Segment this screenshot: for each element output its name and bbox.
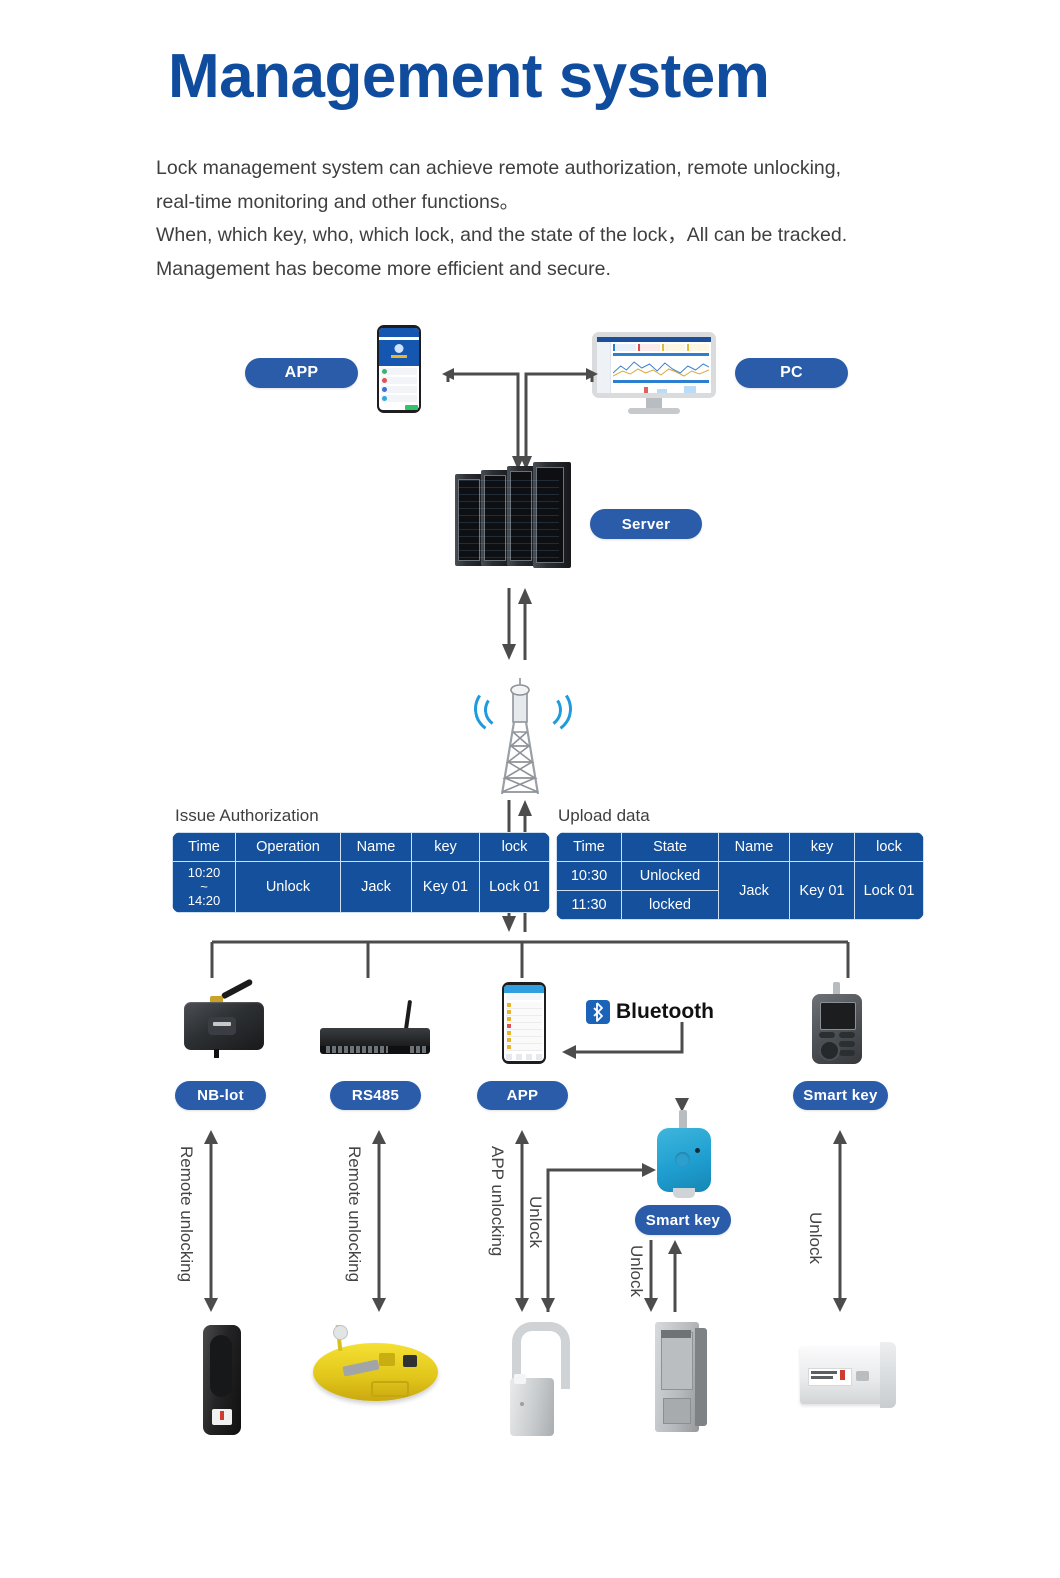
cell-state: Unlocked bbox=[621, 861, 719, 892]
col-name: Name bbox=[718, 832, 790, 863]
issue-authorization-table: Time Operation Name key lock 10:20 ~ 14:… bbox=[172, 832, 550, 914]
label-unlock-handheld: Unlock bbox=[806, 1212, 825, 1264]
cell-lock: Lock 01 bbox=[479, 861, 550, 914]
label-remote-unlocking-nblot: Remote unlocking bbox=[177, 1146, 196, 1283]
intro-line-2: real-time monitoring and other functions… bbox=[156, 190, 520, 213]
bluetooth-icon bbox=[586, 1000, 610, 1024]
cell-time: 10:20 ~ 14:20 bbox=[172, 861, 236, 914]
arrow-handheld-unlock bbox=[833, 1130, 847, 1312]
server-rack-icon bbox=[455, 462, 575, 574]
cell-key: Key 01 bbox=[411, 861, 480, 914]
bluetooth-text: Bluetooth bbox=[616, 1000, 714, 1023]
intro-line-3: When, which key, who, which lock, and th… bbox=[156, 224, 848, 246]
arrow-fob-to-lock bbox=[644, 1240, 682, 1312]
upload-table-caption: Upload data bbox=[558, 806, 650, 825]
handheld-smart-key-icon bbox=[806, 982, 868, 1064]
col-state: State bbox=[621, 832, 719, 863]
intro-paragraph: Lock management system can achieve remot… bbox=[156, 152, 986, 286]
rs485-switch-icon bbox=[320, 999, 430, 1058]
smart-key-badge-mid[interactable]: Smart key bbox=[635, 1205, 731, 1235]
arrow-rs485-remote-unlock bbox=[372, 1130, 386, 1312]
table-row: 10:30 Unlocked Jack Key 01 Lock 01 bbox=[556, 861, 924, 921]
label-app-unlocking: APP unlocking bbox=[488, 1146, 507, 1257]
smart-padlock-icon bbox=[500, 1322, 570, 1436]
connector-bluetooth-to-fob bbox=[562, 1022, 689, 1112]
cell-time-sep: ~ bbox=[200, 879, 208, 895]
meter-box-lock-icon bbox=[800, 1340, 896, 1412]
app-badge-top[interactable]: APP bbox=[245, 358, 358, 388]
cell-tower-icon bbox=[468, 662, 576, 800]
key-fob-icon bbox=[655, 1110, 713, 1202]
intro-line-1: Lock management system can achieve remot… bbox=[156, 157, 842, 179]
col-name: Name bbox=[340, 832, 412, 863]
col-lock: lock bbox=[854, 832, 924, 863]
app-badge-channel[interactable]: APP bbox=[477, 1081, 568, 1110]
cell-state: locked bbox=[621, 890, 719, 921]
col-time: Time bbox=[556, 832, 622, 863]
col-lock: lock bbox=[479, 832, 550, 863]
label-remote-unlocking-rs485: Remote unlocking bbox=[345, 1146, 364, 1283]
cell-time-start: 10:20 bbox=[187, 865, 221, 881]
connector-clients-to-server bbox=[442, 368, 598, 470]
desktop-monitor-icon bbox=[592, 332, 716, 414]
bluetooth-label: Bluetooth bbox=[586, 1000, 714, 1024]
cell-time-end: 14:20 bbox=[187, 893, 221, 909]
col-key: key bbox=[411, 832, 480, 863]
cell-time: 10:30 bbox=[556, 861, 622, 892]
issue-table-caption: Issue Authorization bbox=[175, 806, 319, 825]
arrow-nblot-remote-unlock bbox=[204, 1130, 218, 1312]
col-operation: Operation bbox=[235, 832, 341, 863]
upload-data-table: Time State Name key lock 10:30 Unlocked … bbox=[556, 832, 924, 921]
connector-server-to-tower bbox=[502, 588, 532, 660]
cell-operation: Unlock bbox=[235, 861, 341, 914]
table-header-row: Time Operation Name key lock bbox=[172, 832, 550, 863]
cell-name: Jack bbox=[718, 861, 790, 921]
handle-lock-icon bbox=[203, 1325, 241, 1435]
pc-badge[interactable]: PC bbox=[735, 358, 848, 388]
cell-time: 11:30 bbox=[556, 890, 622, 921]
rs485-badge[interactable]: RS485 bbox=[330, 1081, 421, 1110]
page-title: Management system bbox=[168, 42, 770, 111]
smart-key-badge-channel[interactable]: Smart key bbox=[793, 1081, 888, 1110]
cell-lock: Lock 01 bbox=[854, 861, 924, 921]
cabinet-lock-icon bbox=[655, 1322, 707, 1432]
connector-bus-to-channels bbox=[210, 940, 850, 978]
nb-lot-badge[interactable]: NB-lot bbox=[175, 1081, 266, 1110]
label-unlock-app-to-fob: Unlock bbox=[526, 1196, 545, 1248]
col-time: Time bbox=[172, 832, 236, 863]
nbiot-gateway-icon bbox=[180, 978, 268, 1058]
smartphone-icon bbox=[377, 325, 421, 413]
label-unlock-fob-to-lock: Unlock bbox=[627, 1245, 646, 1297]
intro-line-4: Management has become more efficient and… bbox=[156, 257, 611, 280]
cell-name: Jack bbox=[340, 861, 412, 914]
table-header-row: Time State Name key lock bbox=[556, 832, 924, 863]
col-key: key bbox=[789, 832, 855, 863]
server-badge[interactable]: Server bbox=[590, 509, 702, 539]
cell-key: Key 01 bbox=[789, 861, 855, 921]
smartphone-icon-channel bbox=[502, 982, 546, 1064]
manhole-cover-lock-icon bbox=[313, 1324, 438, 1407]
table-row: 10:20 ~ 14:20 Unlock Jack Key 01 Lock 01 bbox=[172, 861, 550, 914]
